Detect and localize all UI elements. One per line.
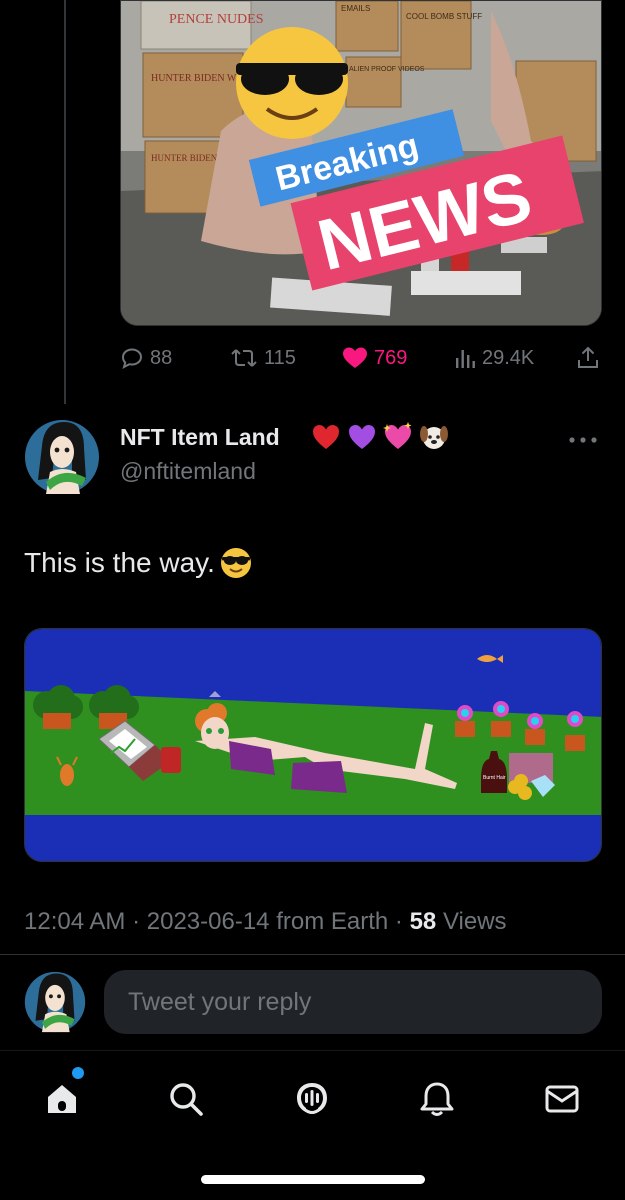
smiling-face-with-sunglasses-emoji [220,548,251,578]
tab-spaces[interactable] [284,1071,340,1127]
views-button[interactable]: 29.4K [454,340,534,376]
reply-avatar [24,968,86,1036]
share-button[interactable] [576,340,600,376]
tab-messages[interactable] [534,1071,590,1127]
tweet-action-bar: 88 115 769 29.4K [120,340,602,376]
tweet-time[interactable]: 12:04 AM [24,908,125,935]
sparkling-heart-emoji [383,422,412,449]
box-label: COOL BOMB STUFF [406,12,482,21]
tweet-meta: 12:04 AM · 2023-06-14 from Earth · 58 Vi… [24,908,507,936]
views-count[interactable]: 58 [410,908,437,935]
reply-button[interactable]: 88 [120,340,172,376]
previous-tweet-image[interactable]: PENCE NUDES EMAILS COOL BOMB STUFF HUNTE… [120,0,602,326]
meta-separator: · [394,908,403,935]
thread-line [64,0,66,404]
box-label: EMAILS [341,4,370,13]
dog-face-emoji [420,426,448,449]
author-handle[interactable]: @nftitemland [120,458,256,485]
author-emojis [311,422,449,452]
tab-home[interactable] [34,1071,90,1127]
retweet-count: 115 [264,346,296,369]
notifications-icon [420,1082,454,1116]
like-count: 769 [374,346,408,369]
tweet-text: This is the way. [24,546,253,580]
reply-input[interactable]: Tweet your reply [104,970,602,1034]
like-button[interactable]: 769 [342,340,407,376]
views-label: Views [442,908,507,935]
messages-icon [545,1085,579,1113]
divider [0,954,625,955]
spaces-icon [297,1083,327,1114]
reply-icon [121,348,143,369]
view-count: 29.4K [482,346,535,369]
home-notification-dot [72,1067,84,1079]
tweet-text-content: This is the way. [24,547,215,578]
more-options-button[interactable] [566,428,600,452]
tweet-date[interactable]: 2023-06-14 [147,908,270,935]
heart-purple-emoji [349,425,375,449]
share-icon [578,346,598,368]
avatar[interactable] [24,416,100,498]
box-label: ALIEN PROOF VIDEOS [349,66,425,73]
author-name[interactable]: NFT Item Land [120,424,280,451]
tweet-source: from Earth [276,908,389,935]
tweet-image[interactable]: Burnt Hair [24,628,602,862]
reply-count: 88 [150,346,173,369]
reply-placeholder: Tweet your reply [128,987,312,1016]
meta-separator: · [132,908,141,935]
heart-filled-icon [343,347,367,368]
bottle-label: Burnt Hair [483,775,506,781]
home-indicator[interactable] [201,1175,425,1184]
more-dots-icon [569,437,597,443]
search-icon [170,1083,203,1116]
box-label: PENCE NUDES [169,12,264,27]
retweet-icon [231,349,257,367]
tab-notifications[interactable] [409,1071,465,1127]
heart-red-emoji [313,425,339,449]
tab-search[interactable] [158,1071,214,1127]
retweet-button[interactable]: 115 [230,340,296,376]
home-icon [48,1085,76,1113]
analytics-icon [456,350,475,368]
